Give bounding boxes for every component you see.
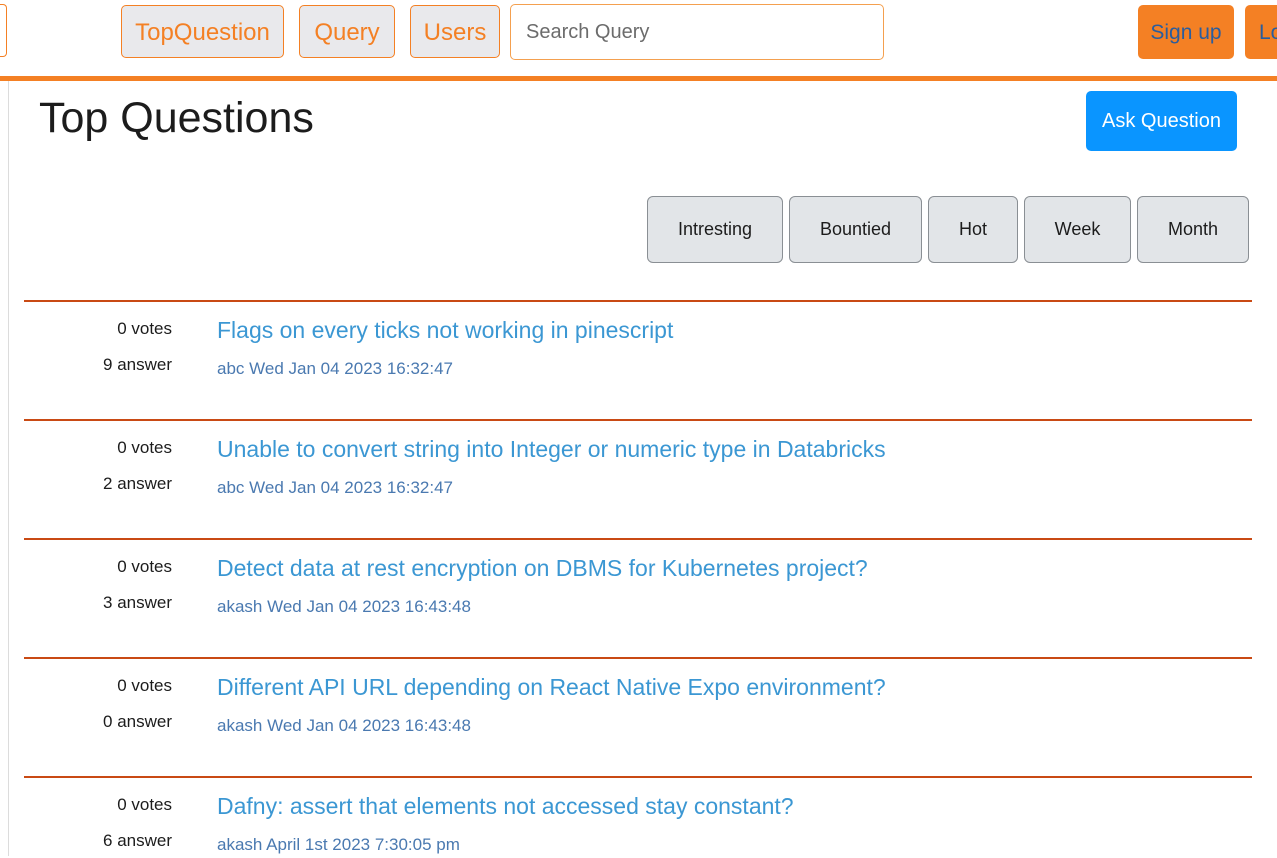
logo-button[interactable] [0, 4, 7, 57]
answer-count: 2 answer [103, 474, 172, 493]
question-author[interactable]: abc [217, 478, 244, 497]
question-meta: akash Wed Jan 04 2023 16:43:48 [217, 597, 471, 617]
nav-link-topquestion[interactable]: TopQuestion [121, 5, 284, 58]
search-input[interactable] [510, 4, 884, 60]
filter-month-button[interactable]: Month [1137, 196, 1249, 263]
question-meta: abc Wed Jan 04 2023 16:32:47 [217, 359, 453, 379]
question-title-link[interactable]: Unable to convert string into Integer or… [217, 436, 886, 463]
question-date: Wed Jan 04 2023 16:32:47 [249, 478, 454, 497]
answer-count: 9 answer [103, 355, 172, 374]
question-item: 0 votes 9 answer Flags on every ticks no… [24, 300, 1252, 420]
ask-question-button[interactable]: Ask Question [1086, 91, 1237, 151]
question-title-link[interactable]: Dafny: assert that elements not accessed… [217, 793, 794, 820]
question-date: Wed Jan 04 2023 16:43:48 [267, 716, 471, 735]
question-title-link[interactable]: Flags on every ticks not working in pine… [217, 317, 673, 344]
question-author[interactable]: akash [217, 716, 262, 735]
page-title: Top Questions [39, 94, 314, 142]
answer-count: 0 answer [103, 712, 172, 731]
vote-count: 0 votes [117, 795, 172, 814]
filter-week-button[interactable]: Week [1024, 196, 1131, 263]
nav-link-query[interactable]: Query [299, 5, 395, 58]
filter-intresting-button[interactable]: Intresting [647, 196, 783, 263]
question-meta: abc Wed Jan 04 2023 16:32:47 [217, 478, 453, 498]
question-meta: akash Wed Jan 04 2023 16:43:48 [217, 716, 471, 736]
vote-count: 0 votes [117, 438, 172, 457]
question-date: April 1st 2023 7:30:05 pm [266, 835, 460, 854]
vote-count: 0 votes [117, 319, 172, 338]
question-item: 0 votes 6 answer Dafny: assert that elem… [24, 776, 1252, 858]
question-author[interactable]: akash [217, 835, 262, 854]
filter-bountied-button[interactable]: Bountied [789, 196, 922, 263]
answer-count: 3 answer [103, 593, 172, 612]
vote-count: 0 votes [117, 557, 172, 576]
question-author[interactable]: abc [217, 359, 244, 378]
question-date: Wed Jan 04 2023 16:43:48 [267, 597, 471, 616]
signup-button[interactable]: Sign up [1138, 5, 1234, 59]
question-item: 0 votes 3 answer Detect data at rest enc… [24, 538, 1252, 658]
top-navbar: TopQuestion Query Users Sign up Log in [0, 0, 1277, 81]
question-meta: akash April 1st 2023 7:30:05 pm [217, 835, 460, 855]
question-title-link[interactable]: Detect data at rest encryption on DBMS f… [217, 555, 868, 582]
question-author[interactable]: akash [217, 597, 262, 616]
answer-count: 6 answer [103, 831, 172, 850]
nav-link-users[interactable]: Users [410, 5, 500, 58]
question-item: 0 votes 2 answer Unable to convert strin… [24, 419, 1252, 539]
question-date: Wed Jan 04 2023 16:32:47 [249, 359, 454, 378]
login-button[interactable]: Log in [1245, 5, 1277, 59]
question-item: 0 votes 0 answer Different API URL depen… [24, 657, 1252, 777]
filter-hot-button[interactable]: Hot [928, 196, 1018, 263]
question-title-link[interactable]: Different API URL depending on React Nat… [217, 674, 886, 701]
vote-count: 0 votes [117, 676, 172, 695]
